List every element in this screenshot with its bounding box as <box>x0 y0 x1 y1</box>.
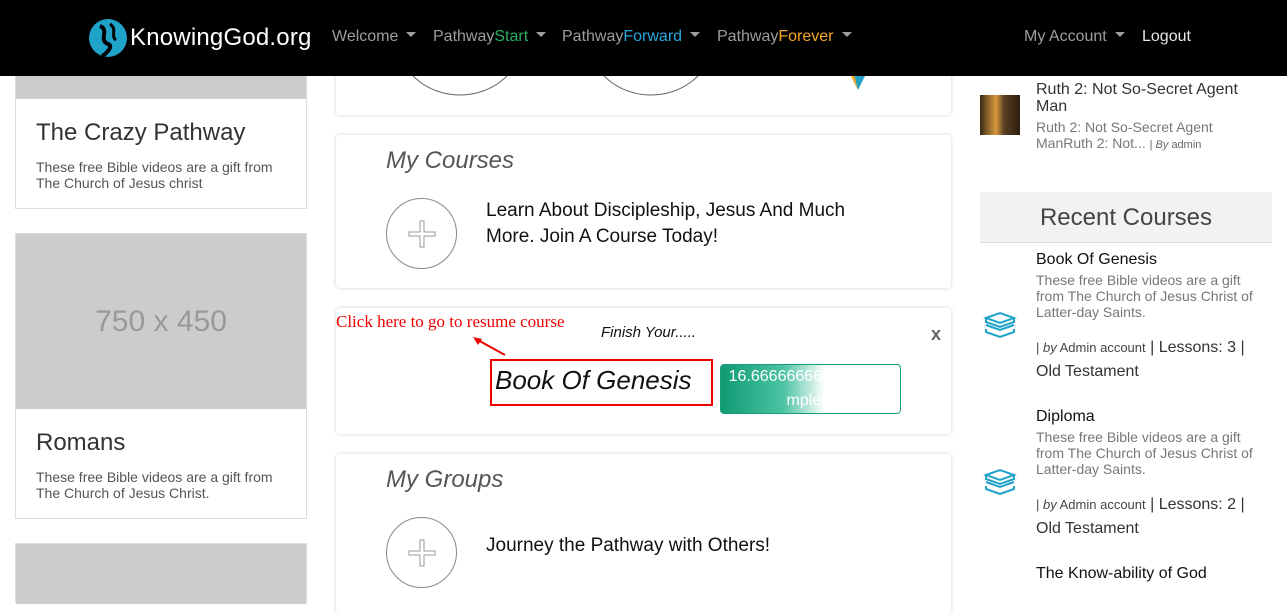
recent-course-title[interactable]: Book Of Genesis <box>1036 251 1157 269</box>
by-label: By <box>1155 139 1169 151</box>
card-title: Romans <box>36 429 126 456</box>
progress-text: 16.666666666667%Complete <box>728 368 893 409</box>
recent-course-title[interactable]: Diploma <box>1036 408 1095 426</box>
by-label: by <box>1043 340 1057 355</box>
my-account-label: My Account <box>1024 28 1107 45</box>
card-title: The Crazy Pathway <box>36 119 246 146</box>
nav-pathway-forever[interactable]: PathwayForever <box>717 28 852 46</box>
caret-down-icon <box>1114 32 1125 38</box>
add-course-button[interactable] <box>386 198 457 269</box>
pathway-prefix: Pathway <box>717 28 779 45</box>
post-thumbnail[interactable] <box>980 95 1020 135</box>
nav-logout[interactable]: Logout <box>1142 28 1191 46</box>
caret-down-icon <box>536 32 547 38</box>
pathway-card[interactable]: 750 x 450 Romans These free Bible videos… <box>15 233 307 519</box>
book-stack-icon <box>983 311 1017 339</box>
caret-down-icon <box>841 32 852 38</box>
resume-course-name[interactable]: Book Of Genesis <box>490 359 713 406</box>
top-navbar: KnowingGod.org Welcome PathwayStart Path… <box>0 0 1287 76</box>
pathway-start-label: Start <box>494 28 529 45</box>
arrow-icon <box>473 337 506 356</box>
nav-welcome-label: Welcome <box>332 28 399 45</box>
card-image-placeholder: 750 x 450 <box>16 234 306 409</box>
meta-separator: | by Admin account <box>1036 340 1146 355</box>
resume-course-link[interactable]: Click here to go to resume course <box>336 312 565 332</box>
pathway-prefix: Pathway <box>433 28 495 45</box>
recent-courses-header: Recent Courses <box>980 192 1272 243</box>
lessons-count: Lessons: 2 <box>1158 496 1237 513</box>
recent-course-meta: | by Admin account | Lessons: 3 | Old Te… <box>1036 339 1245 380</box>
post-author: admin <box>1171 139 1202 151</box>
my-courses-text: Learn About Discipleship, Jesus And Much… <box>486 200 846 247</box>
my-courses-card: My Courses Learn About Discipleship, Jes… <box>336 135 951 288</box>
recent-course-desc: These free Bible videos are a gift from … <box>1036 429 1253 477</box>
plus-icon <box>408 539 435 566</box>
by-label: by <box>1043 497 1057 512</box>
pathway-card[interactable] <box>15 543 307 604</box>
card-desc: These free Bible videos are a gift from … <box>36 159 273 191</box>
caret-down-icon <box>690 32 701 38</box>
pathway-forever-label: Forever <box>778 28 834 45</box>
recent-course-title[interactable]: The Know-ability of God <box>1036 565 1207 583</box>
my-groups-card: My Groups Journey the Pathway with Other… <box>336 454 951 614</box>
nav-pathway-start[interactable]: PathwayStart <box>433 28 547 46</box>
pathway-prefix: Pathway <box>562 28 624 45</box>
course-category[interactable]: Old Testament <box>1036 520 1139 537</box>
card-desc: These free Bible videos are a gift from … <box>36 469 273 501</box>
nav-pathway-forward[interactable]: PathwayForward <box>562 28 701 46</box>
add-group-button[interactable] <box>386 517 457 588</box>
post-author-meta: | By admin <box>1149 139 1202 151</box>
site-logo[interactable]: KnowingGod.org <box>88 18 312 58</box>
book-stack-icon <box>983 468 1017 496</box>
post-title[interactable]: Ruth 2: Not So-Secret Agent Man <box>1036 81 1266 115</box>
post-desc: Ruth 2: Not So-Secret Agent ManRuth 2: N… <box>1036 119 1266 153</box>
my-groups-text: Journey the Pathway with Others! <box>486 535 771 556</box>
pathway-forward-label: Forward <box>623 28 683 45</box>
course-author: Admin account <box>1059 497 1146 512</box>
recent-course-meta: | by Admin account | Lessons: 2 | Old Te… <box>1036 496 1245 537</box>
logo-text: KnowingGod.org <box>130 24 312 51</box>
my-courses-title: My Courses <box>386 147 515 174</box>
finish-your-label: Finish Your..... <box>601 324 697 341</box>
my-groups-title: My Groups <box>386 466 504 493</box>
lessons-count: Lessons: 3 <box>1158 339 1237 356</box>
caret-down-icon <box>406 32 417 38</box>
logo-icon <box>89 19 127 58</box>
course-category[interactable]: Old Testament <box>1036 363 1139 380</box>
nav-my-account[interactable]: My Account <box>1024 28 1125 46</box>
course-author: Admin account <box>1059 340 1146 355</box>
recent-course-desc: These free Bible videos are a gift from … <box>1036 272 1253 320</box>
meta-separator: | by Admin account <box>1036 497 1146 512</box>
nav-welcome[interactable]: Welcome <box>332 28 417 46</box>
close-button[interactable]: x <box>931 324 941 345</box>
course-progress-bar: 16.666666666667%Complete <box>720 364 901 414</box>
plus-icon <box>408 220 435 247</box>
card-image <box>16 544 306 604</box>
